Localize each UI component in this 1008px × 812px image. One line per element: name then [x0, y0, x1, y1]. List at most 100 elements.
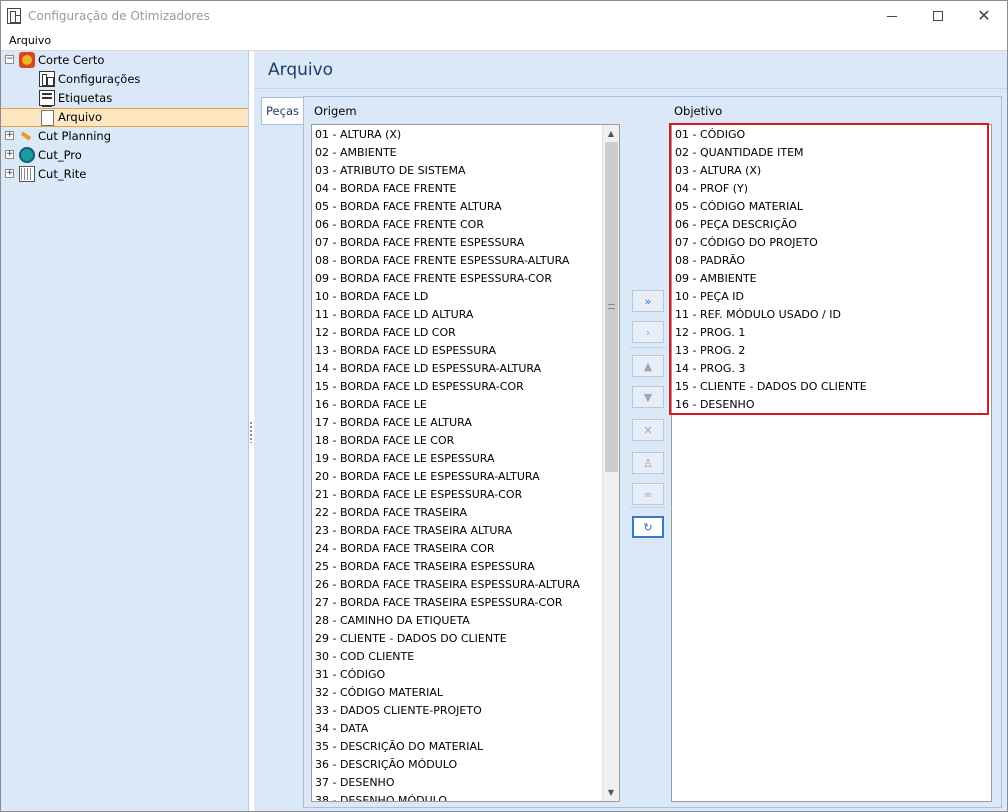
- list-item[interactable]: 13 - PROG. 2: [675, 342, 745, 360]
- user-icon: ♙: [643, 456, 653, 470]
- list-item[interactable]: 06 - BORDA FACE FRENTE COR: [315, 216, 484, 234]
- list-item[interactable]: 28 - CAMINHO DA ETIQUETA: [315, 612, 470, 630]
- scroll-down-icon[interactable]: ▼: [603, 784, 619, 801]
- list-item[interactable]: 11 - REF. MÓDULO USADO / ID: [675, 306, 841, 324]
- tree-item-cut-planning[interactable]: + Cut Planning: [1, 127, 248, 146]
- minimize-icon: [887, 15, 897, 17]
- list-item[interactable]: 09 - BORDA FACE FRENTE ESPESSURA-COR: [315, 270, 552, 288]
- tree-item-etiquetas[interactable]: Etiquetas: [1, 89, 248, 108]
- list-item[interactable]: 19 - BORDA FACE LE ESPESSURA: [315, 450, 495, 468]
- tree-item-configuracoes[interactable]: Configurações: [1, 70, 248, 89]
- config-tree: − Corte Certo Configurações Etiquetas Ar…: [1, 51, 249, 811]
- etiquetas-icon: [39, 90, 55, 107]
- list-item[interactable]: 14 - PROG. 3: [675, 360, 745, 378]
- refresh-button[interactable]: ↻: [632, 516, 664, 538]
- splitter-grip[interactable]: [249, 421, 253, 443]
- title-bar: Configuração de Otimizadores ✕: [1, 1, 1007, 31]
- user-button[interactable]: ♙: [632, 452, 664, 474]
- scroll-up-icon[interactable]: ▲: [603, 125, 619, 142]
- list-item[interactable]: 37 - DESENHO: [315, 774, 394, 792]
- list-item[interactable]: 03 - ALTURA (X): [675, 162, 761, 180]
- maximize-button[interactable]: [915, 1, 961, 31]
- tree-item-cut-pro[interactable]: + Cut_Pro: [1, 146, 248, 165]
- move-down-icon: ▼: [643, 390, 653, 404]
- list-item[interactable]: 09 - AMBIENTE: [675, 270, 757, 288]
- expand-icon[interactable]: +: [5, 131, 14, 140]
- list-item[interactable]: 22 - BORDA FACE TRASEIRA: [315, 504, 467, 522]
- list-item[interactable]: 10 - BORDA FACE LD: [315, 288, 428, 306]
- main-panel: Arquivo Peças Origem Objetivo ▲ ▼ 01 - A…: [254, 51, 1007, 811]
- list-item[interactable]: 13 - BORDA FACE LD ESPESSURA: [315, 342, 496, 360]
- list-item[interactable]: 24 - BORDA FACE TRASEIRA COR: [315, 540, 495, 558]
- move-up-icon: ▲: [643, 359, 653, 373]
- link-button[interactable]: ∞: [632, 483, 664, 505]
- list-item[interactable]: 21 - BORDA FACE LE ESPESSURA-COR: [315, 486, 522, 504]
- delete-icon: ✕: [643, 423, 653, 437]
- list-item[interactable]: 20 - BORDA FACE LE ESPESSURA-ALTURA: [315, 468, 540, 486]
- expand-icon[interactable]: +: [5, 150, 14, 159]
- close-icon: ✕: [977, 6, 991, 25]
- objetivo-listbox[interactable]: 01 - CÓDIGO 02 - QUANTIDADE ITEM 03 - ALTU…: [671, 124, 992, 802]
- tree-item-label: Etiquetas: [58, 91, 113, 105]
- list-item[interactable]: 32 - CÓDIGO MATERIAL: [315, 684, 443, 702]
- list-item[interactable]: 23 - BORDA FACE TRASEIRA ALTURA: [315, 522, 512, 540]
- move-all-right-button[interactable]: »: [632, 290, 664, 312]
- move-all-right-icon: »: [644, 294, 652, 308]
- list-item[interactable]: 05 - CÓDIGO MATERIAL: [675, 198, 803, 216]
- list-item[interactable]: 03 - ATRIBUTO DE SISTEMA: [315, 162, 466, 180]
- list-item[interactable]: 33 - DADOS CLIENTE-PROJETO: [315, 702, 482, 720]
- tree-item-corte-certo[interactable]: − Corte Certo: [1, 51, 248, 70]
- list-item[interactable]: 38 - DESENHO MÓDULO: [315, 792, 447, 801]
- list-item[interactable]: 15 - BORDA FACE LD ESPESSURA-COR: [315, 378, 524, 396]
- link-icon: ∞: [643, 487, 653, 501]
- move-down-button[interactable]: ▼: [632, 386, 664, 408]
- list-item[interactable]: 34 - DATA: [315, 720, 368, 738]
- tree-item-label: Cut_Rite: [38, 167, 87, 181]
- list-item[interactable]: 07 - CÓDIGO DO PROJETO: [675, 234, 818, 252]
- list-item[interactable]: 11 - BORDA FACE LD ALTURA: [315, 306, 473, 324]
- list-item[interactable]: 16 - BORDA FACE LE: [315, 396, 427, 414]
- list-item[interactable]: 12 - PROG. 1: [675, 324, 745, 342]
- tree-item-arquivo[interactable]: Arquivo: [1, 108, 248, 127]
- list-item[interactable]: 10 - PEÇA ID: [675, 288, 744, 306]
- scroll-thumb[interactable]: [605, 142, 618, 472]
- list-item[interactable]: 30 - COD CLIENTE: [315, 648, 414, 666]
- list-item[interactable]: 27 - BORDA FACE TRASEIRA ESPESSURA-COR: [315, 594, 563, 612]
- list-item[interactable]: 08 - BORDA FACE FRENTE ESPESSURA-ALTURA: [315, 252, 569, 270]
- tab-pecas[interactable]: Peças: [261, 97, 303, 125]
- expand-icon[interactable]: +: [5, 169, 14, 178]
- list-item[interactable]: 35 - DESCRIÇÃO DO MATERIAL: [315, 738, 483, 756]
- move-up-button[interactable]: ▲: [632, 355, 664, 377]
- list-item[interactable]: 04 - PROF (Y): [675, 180, 748, 198]
- list-item[interactable]: 15 - CLIENTE - DADOS DO CLIENTE: [675, 378, 867, 396]
- list-item[interactable]: 06 - PEÇA DESCRIÇÃO: [675, 216, 797, 234]
- list-item[interactable]: 36 - DESCRIÇÃO MÓDULO: [315, 756, 457, 774]
- list-item[interactable]: 05 - BORDA FACE FRENTE ALTURA: [315, 198, 502, 216]
- origem-scrollbar[interactable]: ▲ ▼: [602, 125, 619, 801]
- list-item[interactable]: 08 - PADRÃO: [675, 252, 745, 270]
- origem-listbox[interactable]: ▲ ▼ 01 - ALTURA (X) 02 - AMBIENTE 03 - ATR…: [311, 124, 620, 802]
- list-item[interactable]: 02 - AMBIENTE: [315, 144, 397, 162]
- list-item[interactable]: 04 - BORDA FACE FRENTE: [315, 180, 457, 198]
- list-item[interactable]: 31 - CÓDIGO: [315, 666, 385, 684]
- list-item[interactable]: 18 - BORDA FACE LE COR: [315, 432, 454, 450]
- minimize-button[interactable]: [869, 1, 915, 31]
- close-button[interactable]: ✕: [961, 1, 1007, 31]
- list-item[interactable]: 16 - DESENHO: [675, 396, 754, 414]
- list-item[interactable]: 25 - BORDA FACE TRASEIRA ESPESSURA: [315, 558, 535, 576]
- tree-item-cut-rite[interactable]: + Cut_Rite: [1, 165, 248, 184]
- list-item[interactable]: 17 - BORDA FACE LE ALTURA: [315, 414, 472, 432]
- list-item[interactable]: 01 - ALTURA (X): [315, 126, 401, 144]
- list-item[interactable]: 07 - BORDA FACE FRENTE ESPESSURA: [315, 234, 524, 252]
- collapse-icon[interactable]: −: [5, 55, 14, 64]
- menu-arquivo[interactable]: Arquivo: [9, 34, 51, 47]
- list-item[interactable]: 02 - QUANTIDADE ITEM: [675, 144, 804, 162]
- objetivo-label: Objetivo: [674, 104, 723, 118]
- list-item[interactable]: 14 - BORDA FACE LD ESPESSURA-ALTURA: [315, 360, 541, 378]
- delete-button[interactable]: ✕: [632, 419, 664, 441]
- list-item[interactable]: 01 - CÓDIGO: [675, 126, 745, 144]
- list-item[interactable]: 12 - BORDA FACE LD COR: [315, 324, 456, 342]
- list-item[interactable]: 29 - CLIENTE - DADOS DO CLIENTE: [315, 630, 507, 648]
- move-right-button[interactable]: ›: [632, 321, 664, 343]
- list-item[interactable]: 26 - BORDA FACE TRASEIRA ESPESSURA-ALTUR…: [315, 576, 580, 594]
